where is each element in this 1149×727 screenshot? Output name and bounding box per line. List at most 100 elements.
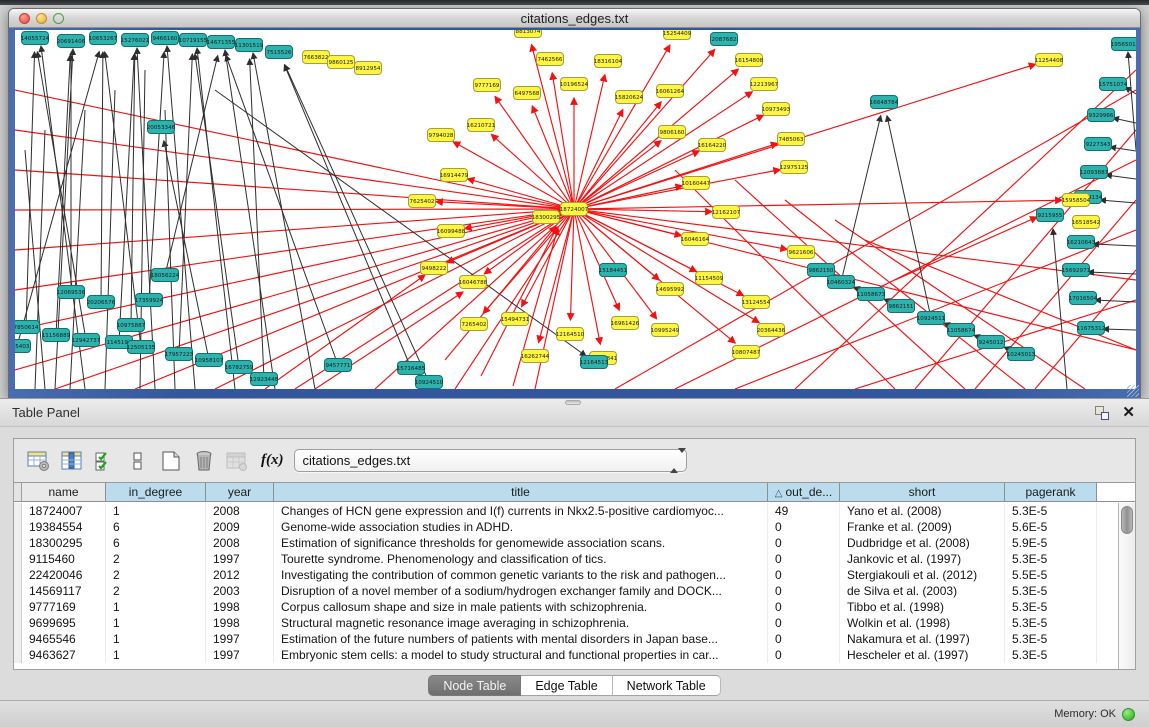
graph-node[interactable]: 13124554 [742,296,771,309]
graph-node[interactable]: 11058673 [857,288,886,301]
table-cell[interactable]: 22420046 [22,567,106,583]
table-cell[interactable]: Nakamura et al. (1997) [840,631,1005,647]
graph-node[interactable]: 10245013 [1007,348,1036,361]
graph-node[interactable]: 16648784 [870,96,899,109]
table-cell[interactable]: 0 [768,631,840,647]
delete-table-icon[interactable] [189,446,219,476]
graph-edge[interactable] [1113,118,1136,123]
table-cell[interactable]: 1997 [206,551,274,567]
graph-node[interactable]: 10460324 [827,276,856,289]
table-cell[interactable]: Jankovic et al. (1997) [840,551,1005,567]
table-row[interactable]: 969969511998Structural magnetic resonanc… [14,615,1118,631]
table-cell[interactable]: Tourette syndrome. Phenomenology and cla… [274,551,768,567]
citation-network-canvas[interactable]: 1405572420691406106532671527602194661601… [15,30,1136,389]
graph-node[interactable]: 9466160 [152,32,179,45]
graph-node[interactable]: 18056224 [151,269,180,282]
graph-edge[interactable] [887,116,931,318]
graph-node[interactable]: 10719155 [179,34,208,47]
graph-edge[interactable] [15,170,574,209]
table-cell[interactable]: 2009 [206,519,274,535]
graph-hub-node[interactable]: 18724007 [560,203,589,216]
window-resize-grip[interactable] [1127,385,1139,397]
table-cell[interactable]: 6 [106,519,206,535]
graph-node[interactable]: 10973493 [762,103,791,116]
table-cell[interactable]: 5.3E-5 [1005,647,1097,663]
graph-node[interactable]: 14055724 [21,32,50,45]
graph-node[interactable]: 17016504 [1069,292,1098,305]
graph-edge[interactable] [179,54,192,354]
table-row[interactable]: 946362711997Embryonic stem cells: a mode… [14,647,1118,663]
table-cell[interactable]: Estimation of significance thresholds fo… [274,535,768,551]
tab-edge-table[interactable]: Edge Table [521,675,612,696]
column-header-short[interactable]: short [840,483,1005,501]
graph-node[interactable]: 18316104 [594,55,623,68]
table-cell[interactable]: 5.3E-5 [1005,503,1097,519]
table-cell[interactable]: 49 [768,503,840,519]
graph-edge[interactable] [101,52,103,302]
graph-node[interactable]: 20364436 [757,324,786,337]
graph-edge[interactable] [149,52,164,300]
graph-node[interactable]: 16164220 [698,139,727,152]
graph-node[interactable]: 16099488 [437,225,466,238]
graph-node[interactable]: 10196524 [560,78,589,91]
graph-node[interactable]: 15494731 [501,313,530,326]
table-cell[interactable]: 1 [106,631,206,647]
table-mode-icon[interactable] [24,446,54,476]
graph-edge[interactable] [1100,200,1136,203]
table-cell[interactable]: 0 [768,647,840,663]
table-cell[interactable]: 5.3E-5 [1005,615,1097,631]
table-cell[interactable]: Disruption of a novel member of a sodium… [274,583,768,599]
graph-node[interactable]: 15958504 [1062,194,1091,207]
table-cell[interactable]: Corpus callosum shape and size in male p… [274,599,768,615]
graph-edge[interactable] [215,90,586,356]
column-header-out_de[interactable]: △out_de... [768,483,840,501]
graph-edge[interactable] [35,130,45,389]
graph-node[interactable]: 12093887 [1080,166,1109,179]
graph-node[interactable]: 18300295 [532,211,561,224]
column-header-year[interactable]: year [206,483,274,501]
table-cell[interactable]: Estimation of the future numbers of pati… [274,631,768,647]
table-row[interactable]: 1872400712008Changes of HCN gene express… [14,503,1118,519]
table-row[interactable]: 1456911722003Disruption of a novel membe… [14,583,1118,599]
graph-node[interactable]: 15254409 [663,30,692,40]
table-cell[interactable]: 0 [768,599,840,615]
graph-node[interactable]: 10958107 [195,354,224,367]
table-cell[interactable]: 9465546 [22,631,106,647]
graph-node[interactable]: 11675312 [1077,322,1105,335]
graph-node[interactable]: 19565012 [1111,38,1136,51]
graph-node[interactable]: 7485063 [778,133,805,146]
graph-node[interactable]: 9498222 [421,262,448,275]
graph-edge[interactable] [532,45,574,209]
graph-edge[interactable] [1110,147,1136,151]
graph-node[interactable]: 8912954 [355,62,382,75]
graph-node[interactable]: 17957223 [165,348,194,361]
graph-node[interactable]: 8813074 [515,30,542,38]
graph-node[interactable]: 9621606 [788,246,815,259]
graph-node[interactable]: 12942737 [72,334,101,347]
graph-node[interactable]: 7265402 [461,318,488,331]
graph-node[interactable]: 10160447 [682,177,711,190]
tab-node-table[interactable]: Node Table [428,675,521,696]
table-cell[interactable]: 0 [768,551,840,567]
graph-node[interactable]: 15751074 [1099,78,1128,91]
graph-node[interactable]: 7663822 [303,51,330,64]
graph-node[interactable]: 9806160 [659,126,686,139]
graph-node[interactable]: 3915403 [15,340,31,353]
graph-node[interactable]: 6497568 [514,87,541,100]
column-header-title[interactable]: title [274,483,768,501]
table-cell[interactable]: 1998 [206,599,274,615]
graph-node[interactable]: 9215955 [1037,209,1064,222]
table-cell[interactable]: 1997 [206,647,274,663]
graph-edge[interactable] [119,54,134,342]
graph-node[interactable]: 15692971 [1062,264,1091,277]
graph-node[interactable]: 9227343 [1085,138,1112,151]
graph-node[interactable]: 12162107 [712,206,741,219]
graph-node[interactable]: 16782759 [225,361,254,374]
graph-node[interactable]: 17359924 [135,294,164,307]
graph-node[interactable]: 10807487 [732,346,761,359]
table-cell[interactable]: 1 [106,503,206,519]
table-cell[interactable]: 5.3E-5 [1005,631,1097,647]
graph-node[interactable]: 12164513 [580,356,609,369]
graph-edge[interactable] [15,130,574,209]
tab-network-table[interactable]: Network Table [613,675,721,696]
